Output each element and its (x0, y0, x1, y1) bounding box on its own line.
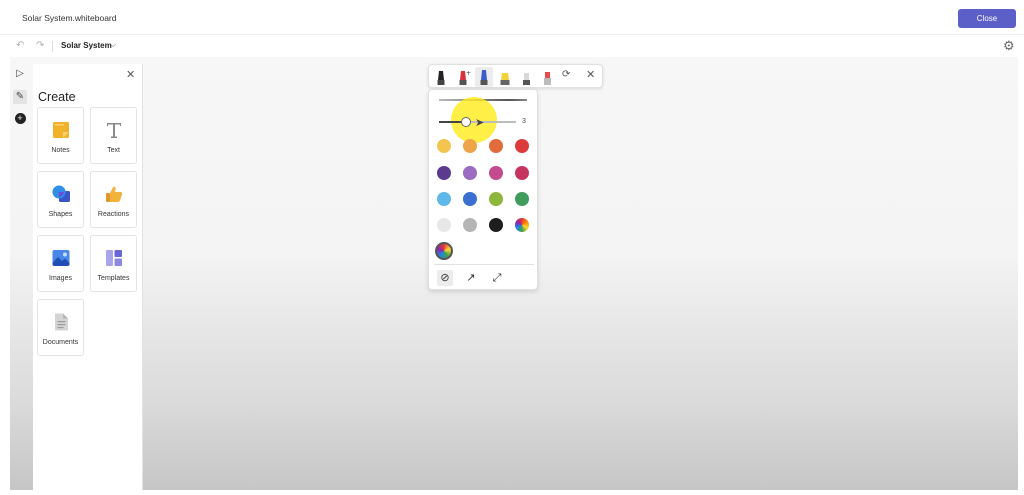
image-icon (52, 250, 70, 266)
size-value: 3 (522, 118, 526, 125)
color-swatch[interactable] (489, 192, 503, 206)
panel-title: Create (38, 90, 76, 104)
blue-pen-icon[interactable] (475, 67, 493, 87)
reactions-tile[interactable]: Reactions (90, 171, 137, 228)
color-swatch[interactable] (489, 139, 503, 153)
svg-text:+: + (466, 70, 471, 77)
close-icon[interactable]: ✕ (126, 68, 135, 81)
undo-icon[interactable]: ↶ (16, 40, 24, 51)
color-swatch[interactable] (489, 166, 503, 180)
command-bar: ↶ ↷ Solar System ⌵ ⚙ (0, 35, 1024, 57)
custom-color-picker[interactable] (435, 242, 453, 260)
sticky-note-icon (53, 122, 69, 138)
no-arrow-option[interactable]: ⊘ (437, 270, 453, 286)
tile-label: Images (49, 275, 72, 282)
single-arrow-option[interactable]: ↗ (463, 270, 479, 286)
text-tile[interactable]: Text (90, 107, 137, 164)
color-swatch[interactable] (515, 192, 529, 206)
notes-tile[interactable]: Notes (37, 107, 84, 164)
color-swatch[interactable] (515, 139, 529, 153)
color-swatch[interactable] (515, 218, 529, 232)
select-tool-icon[interactable]: ▷ (13, 67, 27, 81)
color-swatch[interactable] (463, 192, 477, 206)
color-swatch[interactable] (463, 218, 477, 232)
red-eraser-icon[interactable] (538, 67, 556, 87)
ink-toolbar: + ⟳ ✕ (428, 64, 603, 88)
document-title: Solar System.whiteboard (22, 13, 117, 23)
gear-icon[interactable]: ⚙ (1003, 38, 1015, 54)
color-swatch[interactable] (463, 166, 477, 180)
yellow-highlighter-icon[interactable] (496, 67, 514, 87)
shapes-icon (52, 185, 70, 202)
tile-label: Shapes (48, 211, 73, 218)
templates-tile[interactable]: Templates (90, 235, 137, 292)
chevron-down-icon[interactable]: ⌵ (110, 40, 116, 50)
templates-icon (106, 250, 122, 266)
create-panel: ✕ Create Notes Text Shapes Reactions Ima… (33, 64, 143, 490)
cursor-highlight (451, 97, 497, 143)
images-tile[interactable]: Images (37, 235, 84, 292)
documents-tile[interactable]: Documents (37, 299, 84, 356)
tile-label: Text (107, 147, 120, 154)
color-swatch[interactable] (437, 218, 451, 232)
tile-label: Reactions (97, 211, 130, 218)
lasso-icon[interactable]: ⟳ (562, 69, 570, 80)
shapes-tile[interactable]: Shapes (37, 171, 84, 228)
color-swatch[interactable] (489, 218, 503, 232)
divider (52, 41, 53, 52)
board-name-dropdown[interactable]: Solar System (61, 41, 112, 50)
add-icon-glyph: + (14, 113, 26, 124)
title-bar: Solar System.whiteboard Close (0, 0, 1024, 35)
tile-label: Notes (51, 147, 70, 154)
pen-tool-icon[interactable]: ✎ (13, 90, 27, 104)
text-icon (107, 123, 121, 138)
black-pen-icon[interactable] (432, 67, 450, 87)
eraser-icon[interactable] (517, 67, 535, 87)
color-swatch[interactable] (463, 139, 477, 153)
size-slider-thumb[interactable] (460, 117, 471, 127)
close-icon[interactable]: ✕ (586, 68, 595, 81)
add-icon[interactable]: + (13, 112, 27, 126)
color-swatch[interactable] (437, 166, 451, 180)
divider (434, 264, 534, 265)
tile-label: Templates (97, 275, 130, 282)
mouse-cursor-icon: ➤ (475, 117, 485, 129)
color-swatch[interactable] (437, 139, 451, 153)
close-button[interactable]: Close (958, 9, 1016, 28)
red-pen-icon[interactable]: + (454, 67, 472, 87)
tile-label: Documents (42, 339, 79, 346)
redo-icon[interactable]: ↷ (36, 40, 44, 51)
left-toolbar: ▷ ✎ + (10, 57, 30, 490)
double-arrow-option[interactable]: ⤢ (489, 270, 505, 286)
document-icon (55, 313, 68, 331)
color-swatch[interactable] (515, 166, 529, 180)
thumbs-up-icon (106, 186, 123, 202)
pen-options-popup: ➤ 3 ⊘ ↗ ⤢ (428, 89, 538, 290)
color-swatch[interactable] (437, 192, 451, 206)
